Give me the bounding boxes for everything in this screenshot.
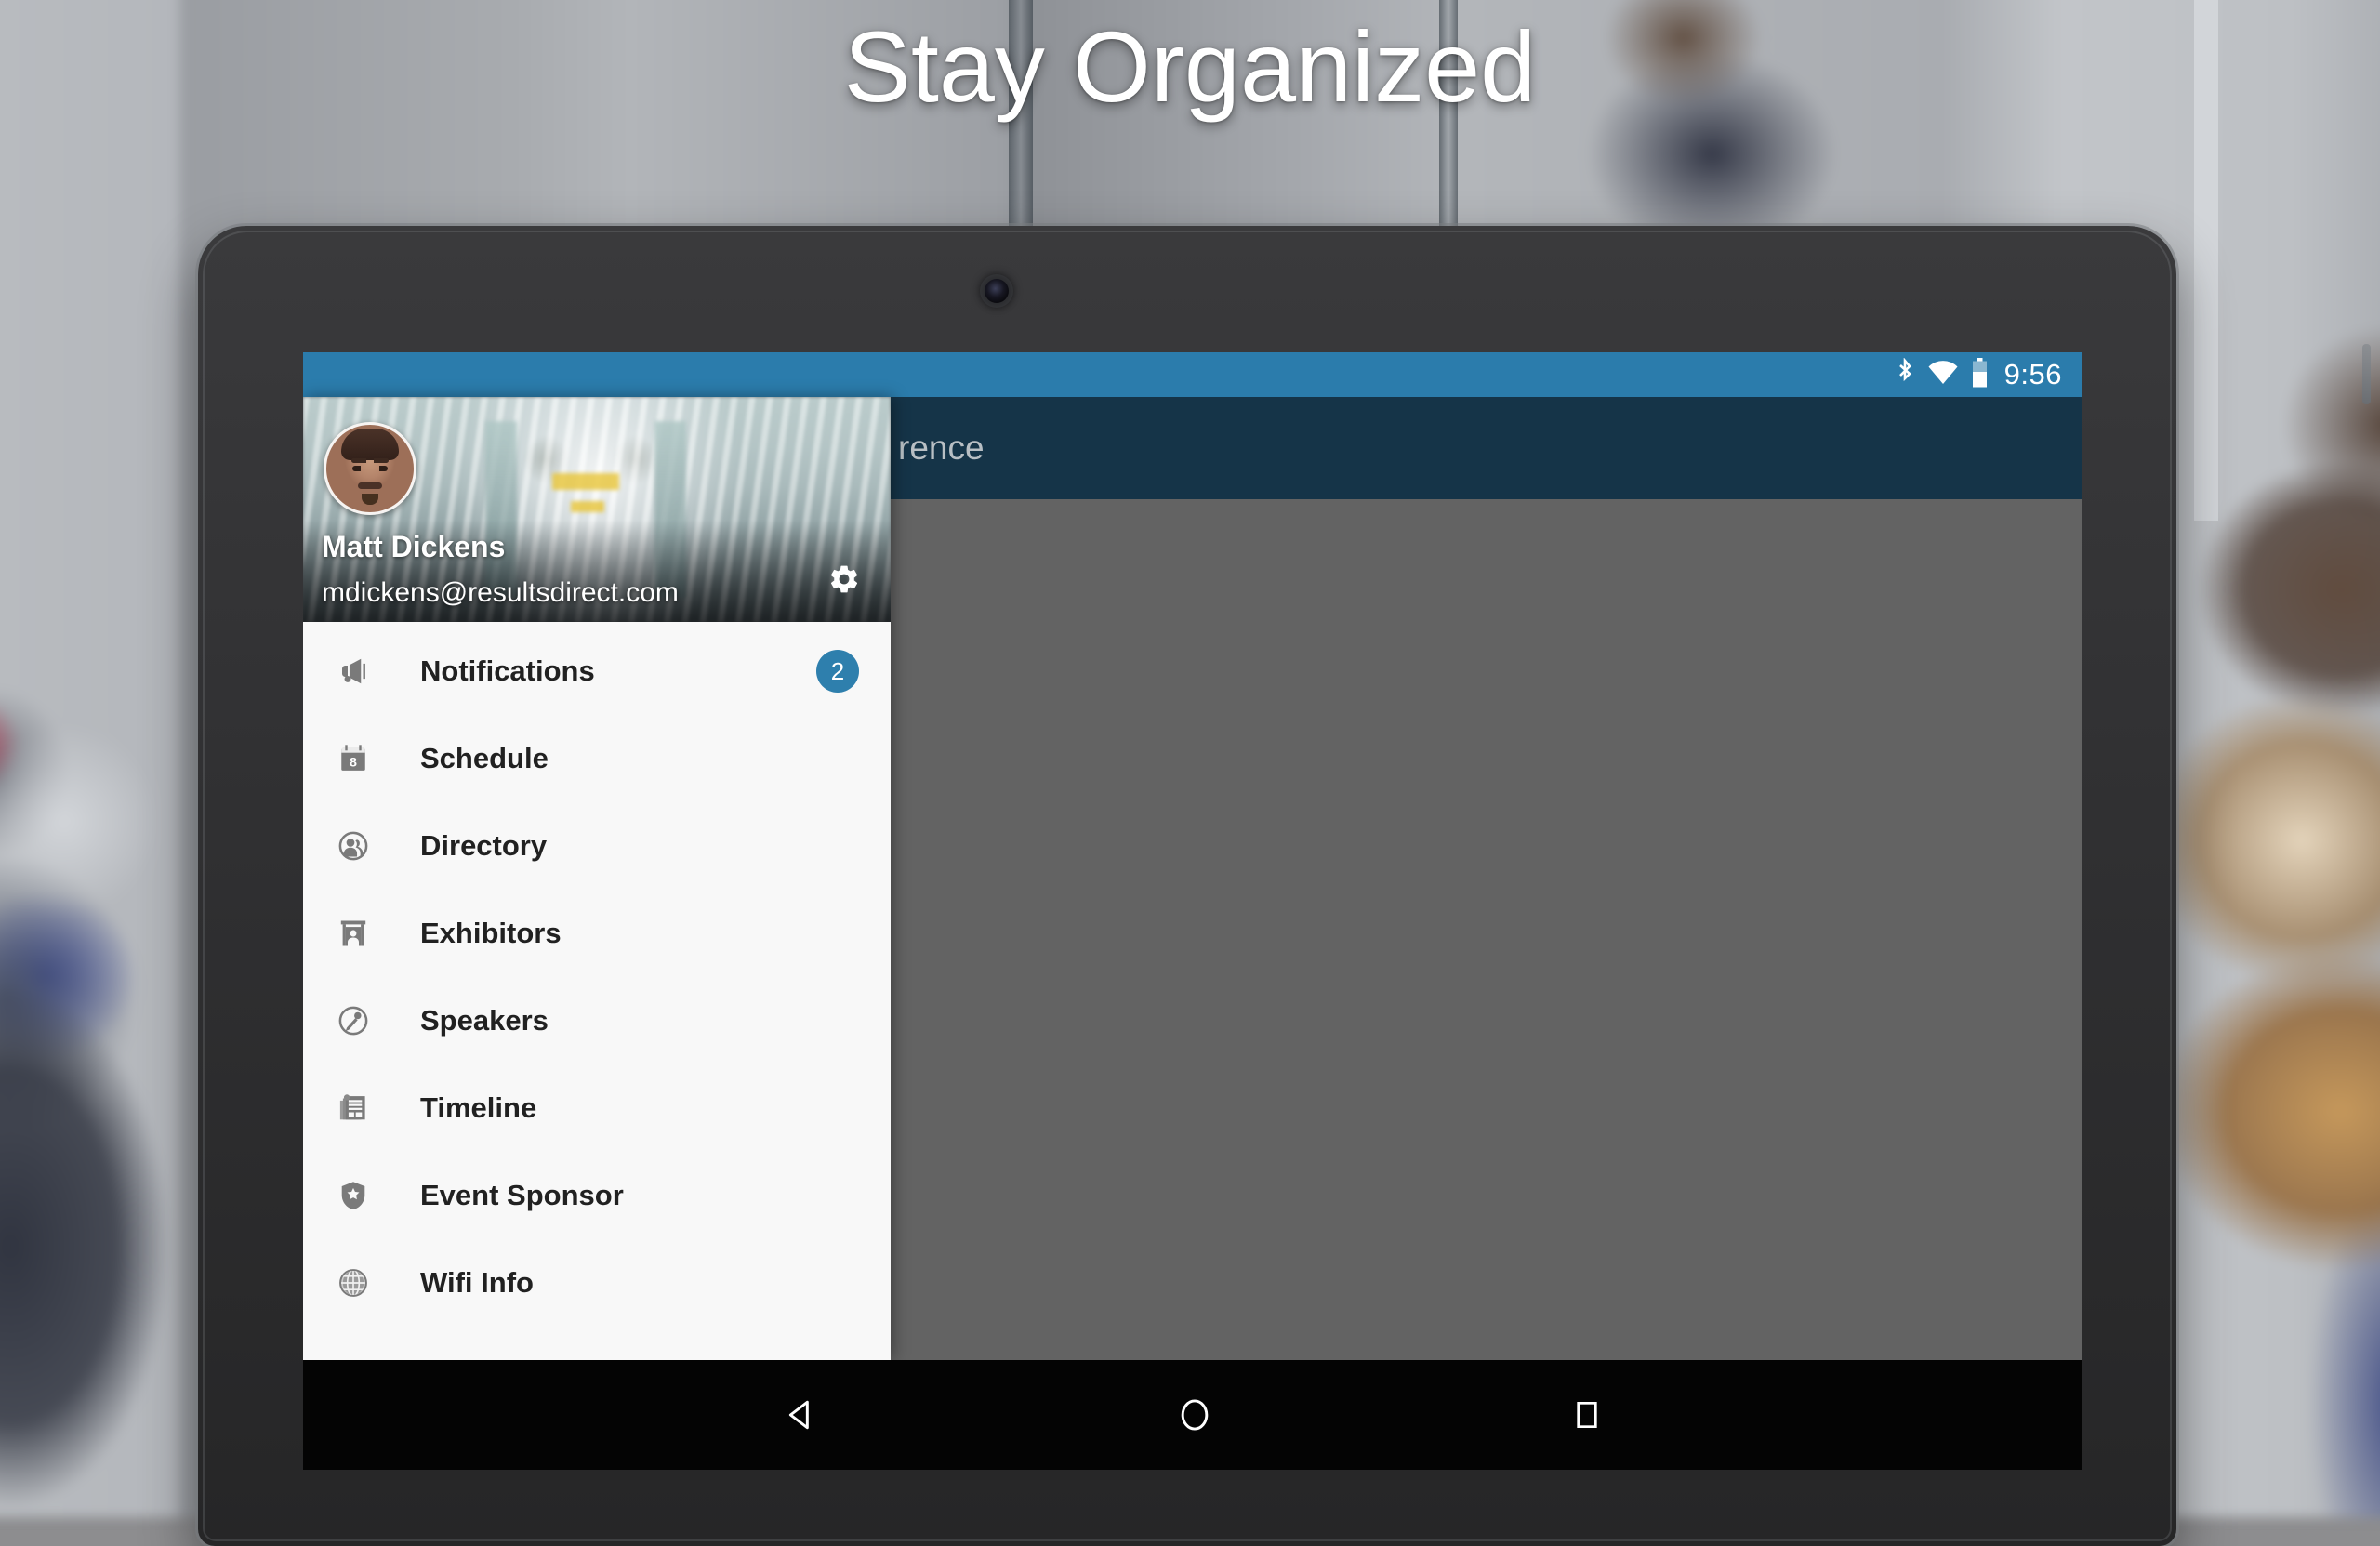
user-email: mdickens@resultsdirect.com <box>322 577 679 609</box>
sidebar-item-label: Schedule <box>420 742 549 775</box>
avatar-beard <box>362 494 378 505</box>
news-feed-icon <box>335 1090 372 1127</box>
bluetooth-icon <box>1895 358 1915 392</box>
microphone-circle-icon <box>335 1002 372 1039</box>
drawer-header: Matt Dickens mdickens@resultsdirect.com <box>303 397 891 622</box>
avatar-eyes <box>352 466 388 471</box>
sidebar-item-label: Directory <box>420 829 547 863</box>
svg-text:8: 8 <box>350 755 357 770</box>
user-name: Matt Dickens <box>322 530 505 564</box>
avatar[interactable] <box>324 422 416 515</box>
atrium-banner <box>552 473 619 490</box>
sidebar-item-label: Speakers <box>420 1004 549 1037</box>
sidebar-item-timeline[interactable]: Timeline <box>303 1064 891 1152</box>
status-badge: 2 <box>816 650 859 693</box>
people-circle-icon <box>335 827 372 865</box>
sidebar-item-label: Exhibitors <box>420 917 562 950</box>
recents-square-icon[interactable] <box>1568 1396 1606 1434</box>
shield-star-icon <box>335 1177 372 1214</box>
wifi-icon <box>1927 360 1959 390</box>
sidebar-item-speakers[interactable]: Speakers <box>303 977 891 1064</box>
page-title: Stay Organized <box>0 7 2380 126</box>
sidebar-item-notifications[interactable]: Notifications 2 <box>303 628 891 715</box>
atrium-banner-lower <box>571 501 604 512</box>
sidebar-item-exhibitors[interactable]: Exhibitors <box>303 890 891 977</box>
sidebar-item-wifi-info[interactable]: Wifi Info <box>303 1239 891 1327</box>
back-triangle-icon[interactable] <box>780 1394 821 1435</box>
avatar-brows <box>351 458 389 463</box>
gear-icon[interactable] <box>827 562 861 596</box>
sidebar-item-schedule[interactable]: 8 Schedule <box>303 715 891 802</box>
navigation-drawer: Matt Dickens mdickens@resultsdirect.com … <box>303 397 891 1360</box>
drawer-menu-list: Notifications 2 8 Schedule <box>303 622 891 1360</box>
sidebar-item-label: Event Sponsor <box>420 1179 624 1212</box>
avatar-moustache <box>358 482 382 489</box>
android-navigation-bar <box>303 1360 2082 1470</box>
front-camera-icon <box>985 279 1009 303</box>
tablet-screen: 9:56 rence Matt Dickens mdickens@results… <box>303 352 2082 1360</box>
status-bar-clock: 9:56 <box>2004 358 2062 391</box>
sidebar-item-label: Timeline <box>420 1091 536 1125</box>
globe-icon <box>335 1264 372 1302</box>
exhibitor-booth-icon <box>335 915 372 952</box>
battery-icon <box>1971 358 1989 392</box>
home-circle-icon[interactable] <box>1174 1394 1215 1435</box>
sidebar-item-label: Wifi Info <box>420 1266 534 1300</box>
sidebar-item-event-sponsor[interactable]: Event Sponsor <box>303 1152 891 1239</box>
sidebar-item-label: Notifications <box>420 654 595 688</box>
sidebar-item-directory[interactable]: Directory <box>303 802 891 890</box>
megaphone-icon <box>335 653 372 690</box>
calendar-icon: 8 <box>335 740 372 777</box>
avatar-hair <box>341 429 399 460</box>
power-button[interactable] <box>2362 344 2371 404</box>
status-bar: 9:56 <box>303 352 2082 397</box>
